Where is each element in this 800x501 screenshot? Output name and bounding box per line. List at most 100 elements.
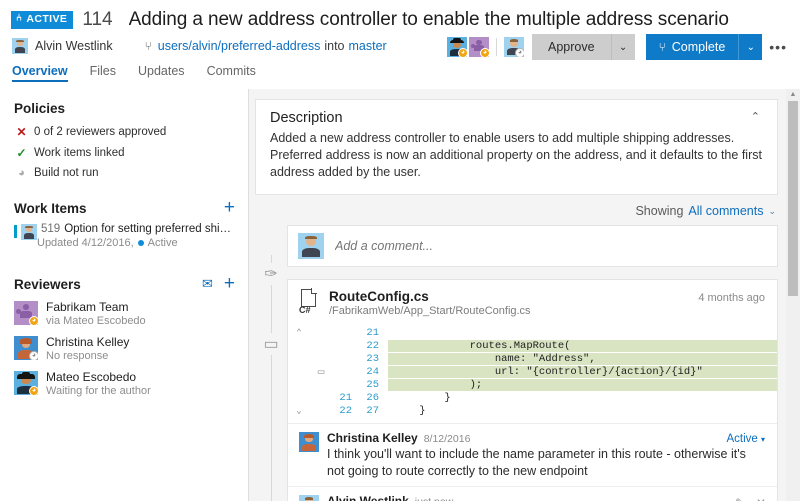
- reviewer-row-mateo[interactable]: ◕ Mateo Escobedo Waiting for the author: [0, 362, 248, 397]
- work-item-title: Option for setting preferred shipping…: [64, 223, 234, 235]
- diff-line: ⌃ 21: [288, 326, 777, 339]
- add-work-item-button[interactable]: +: [224, 201, 235, 215]
- diff-line-new: 26: [358, 392, 388, 404]
- complete-button[interactable]: ⑂ Complete: [646, 34, 739, 60]
- comment-row: Christina Kelley 8/12/2016 I think you'l…: [299, 431, 765, 480]
- pr-header-actions: ◕ ◕ ◕ Approve ⌄ ⑂ Complete: [447, 34, 794, 60]
- chevron-up-icon[interactable]: ⌃: [288, 328, 310, 338]
- source-branch-link[interactable]: users/alvin/preferred-address: [158, 39, 321, 53]
- diff-view: ⌃ 21 22 routes.MapRoute(: [288, 324, 777, 423]
- comment-body: Christina Kelley 8/12/2016 I think you'l…: [327, 431, 765, 480]
- diff-line-new: 23: [358, 353, 388, 365]
- comment-status-dropdown[interactable]: Active ▾: [726, 433, 765, 445]
- reviewer-substatus: No response: [46, 350, 129, 362]
- approve-button[interactable]: Approve: [532, 34, 611, 60]
- timeline-line: [271, 255, 272, 501]
- policies-list: ✕ 0 of 2 reviewers approved ✓ Work items…: [0, 125, 248, 179]
- file-name[interactable]: RouteConfig.cs: [329, 289, 531, 304]
- comment-timestamp: 8/12/2016: [424, 433, 471, 445]
- policy-label: 0 of 2 reviewers approved: [34, 126, 166, 138]
- into-label: into: [324, 39, 344, 53]
- tab-files[interactable]: Files: [79, 64, 127, 82]
- complete-button-label: Complete: [672, 40, 726, 54]
- pull-request-page: ⑃ ACTIVE 114 Adding a new address contro…: [0, 0, 800, 501]
- add-reviewer-button[interactable]: +: [224, 277, 235, 291]
- diff-line-code: );: [388, 379, 777, 391]
- tab-overview[interactable]: Overview: [12, 64, 79, 82]
- work-item-color-bar: [14, 225, 17, 238]
- scrollbar-thumb[interactable]: [788, 101, 798, 296]
- avatar-current-user: [298, 233, 324, 259]
- work-item-updated: Updated 4/12/2016,: [37, 237, 134, 249]
- diff-line: 22 routes.MapRoute(: [288, 339, 777, 352]
- chevron-down-icon[interactable]: ⌄: [768, 206, 776, 217]
- scroll-up-icon[interactable]: ▲: [788, 91, 798, 98]
- file-path: /FabrikamWeb/App_Start/RouteConfig.cs: [329, 305, 531, 317]
- work-item-row[interactable]: 519 Option for setting preferred shippin…: [0, 216, 248, 249]
- main-scrollbar[interactable]: ▲: [786, 89, 800, 501]
- complete-dropdown-button[interactable]: ⌄: [738, 34, 762, 60]
- diff-line-code: url: "{controller}/{action}/{id}": [388, 366, 777, 378]
- work-items-section-header: Work Items +: [0, 201, 248, 216]
- work-item-line1: 519 Option for setting preferred shippin…: [37, 223, 234, 235]
- comment-meta: Alvin Westlink just now: [327, 494, 765, 501]
- comment-row: Alvin Westlink just now wow, good catch …: [299, 494, 765, 501]
- policy-row[interactable]: ✓ Work items linked: [14, 146, 234, 160]
- edit-pencil-icon[interactable]: ✎: [735, 496, 745, 501]
- tab-commits[interactable]: Commits: [196, 64, 267, 82]
- chevron-up-icon: ⌃: [751, 111, 760, 123]
- policy-row[interactable]: ◕ Build not run: [14, 167, 234, 179]
- work-items-actions: +: [224, 201, 235, 215]
- tab-updates[interactable]: Updates: [127, 64, 196, 82]
- x-icon: ✕: [14, 125, 29, 139]
- thread-timestamp: 4 months ago: [698, 292, 765, 304]
- comment-icon[interactable]: ▭: [310, 365, 332, 379]
- branch-info: ⑂ users/alvin/preferred-address into mas…: [145, 39, 387, 53]
- policy-row[interactable]: ✕ 0 of 2 reviewers approved: [14, 125, 234, 139]
- reviewer-row-team[interactable]: ◕ Fabrikam Team via Mateo Escobedo: [0, 292, 248, 327]
- check-icon: ✓: [14, 146, 29, 160]
- vote-noresponse-badge: ◕: [29, 351, 38, 360]
- new-comment-box[interactable]: [287, 225, 778, 267]
- notify-reviewers-button[interactable]: ✉: [202, 277, 213, 291]
- pull-request-icon: ⑃: [16, 14, 22, 24]
- add-comment-icon[interactable]: ✑: [258, 263, 284, 285]
- work-items-section: Work Items + 519 Optio: [0, 201, 248, 249]
- comment-author: Alvin Westlink: [327, 494, 409, 501]
- plus-icon: +: [224, 197, 235, 218]
- reviewer-text: Mateo Escobedo Waiting for the author: [46, 370, 151, 397]
- policy-label: Work items linked: [34, 147, 125, 159]
- work-item-main: 519 Option for setting preferred shippin…: [37, 223, 234, 249]
- comment-icon[interactable]: ▭: [258, 333, 284, 355]
- merge-icon: ⑂: [659, 40, 666, 54]
- state-dot-icon: [138, 240, 144, 246]
- comments-filter-link[interactable]: All comments: [688, 204, 763, 218]
- new-comment-input[interactable]: [333, 238, 767, 254]
- work-items-title: Work Items: [0, 201, 101, 216]
- avatar-reviewer-team[interactable]: ◕: [469, 37, 489, 57]
- reviewer-substatus: via Mateo Escobedo: [46, 315, 146, 327]
- description-collapse-button[interactable]: ⌃: [745, 111, 766, 124]
- header-reviewer-avatars: ◕ ◕ ◕: [447, 37, 524, 57]
- avatar-author: [12, 38, 28, 54]
- chevron-down-icon[interactable]: ⌄: [288, 406, 310, 416]
- avatar-reviewer-mateo[interactable]: ◕: [447, 37, 467, 57]
- showing-filter-row: Showing All comments ⌄: [249, 195, 800, 225]
- mail-icon: ✉: [202, 276, 213, 291]
- target-branch-link[interactable]: master: [349, 39, 387, 53]
- comment-tools: ✎ ✕: [735, 496, 766, 501]
- avatar-reviewer-self[interactable]: ◕: [504, 37, 524, 57]
- showing-label: Showing: [635, 204, 683, 218]
- comment-timestamp: just now: [415, 496, 454, 501]
- description-card: ⌃ Description Added a new address contro…: [255, 99, 778, 195]
- diff-line-code: name: "Address",: [388, 353, 777, 365]
- close-x-icon[interactable]: ✕: [756, 496, 766, 501]
- diff-line-new: 21: [358, 327, 388, 339]
- main-content: ⌃ Description Added a new address contro…: [249, 89, 800, 501]
- more-actions-button[interactable]: •••: [762, 34, 794, 60]
- vote-noresponse-badge: ◕: [515, 48, 524, 57]
- policies-section-header: Policies: [0, 101, 248, 116]
- approve-dropdown-button[interactable]: ⌄: [611, 34, 635, 60]
- vote-pending-badge: ◕: [29, 386, 38, 395]
- reviewer-row-christina[interactable]: ◕ Christina Kelley No response: [0, 327, 248, 362]
